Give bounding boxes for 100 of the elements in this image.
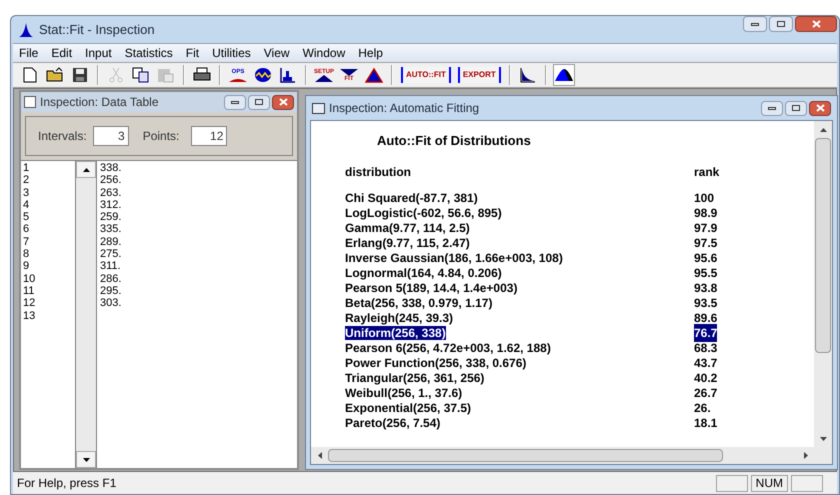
close-button[interactable] — [809, 100, 831, 116]
data-value: 286. — [100, 272, 122, 285]
maximize-button[interactable] — [248, 94, 270, 110]
status-indicator: NUM — [750, 474, 788, 492]
data-value: 295. — [100, 284, 122, 298]
menu-item[interactable]: Window — [302, 44, 346, 62]
toolbar-button[interactable]: EXPORT — [458, 67, 501, 83]
row-number: 3 — [23, 186, 30, 199]
distribution-name[interactable]: Chi Squared(-87.7, 381) — [345, 191, 478, 205]
toolbar-button[interactable]: AUTO::FIT — [401, 67, 451, 83]
rank-value[interactable]: 68.3 — [694, 339, 718, 357]
rank-value[interactable]: 93.5 — [694, 294, 718, 312]
rank-value[interactable]: 89.6 — [694, 309, 718, 327]
minimize-button[interactable] — [761, 100, 783, 116]
menu-item[interactable]: Utilities — [212, 44, 251, 62]
data-value: 303. — [100, 297, 122, 310]
menu-item[interactable]: Fit — [186, 44, 200, 62]
distribution-name[interactable]: Triangular(256, 361, 256) — [345, 371, 484, 385]
distribution-name[interactable]: Pareto(256, 7.54) — [345, 416, 440, 430]
distribution-name[interactable]: Weibull(256, 1., 37.6) — [345, 386, 462, 400]
distribution-name[interactable]: Exponential(256, 37.5) — [345, 401, 472, 415]
rank-value[interactable]: 26.7 — [694, 384, 718, 402]
points-field[interactable]: 12 — [191, 126, 228, 146]
data-value: 259. — [100, 211, 122, 224]
scroll-thumb[interactable] — [328, 449, 723, 462]
close-button[interactable] — [272, 94, 294, 110]
close-button[interactable] — [795, 16, 837, 32]
rank-value[interactable]: 98.9 — [694, 204, 718, 222]
maximize-icon — [777, 21, 785, 27]
status-text: For Help, press F1 — [17, 475, 118, 492]
rank-value[interactable]: 76.7 — [694, 324, 718, 342]
intervals-label: Intervals: — [38, 128, 87, 145]
menu-item[interactable]: Statistics — [124, 44, 173, 62]
rank-value[interactable]: 93.8 — [694, 279, 718, 297]
status-panel — [791, 474, 823, 492]
rank-value[interactable]: 97.9 — [694, 219, 718, 237]
distribution-name[interactable]: Lognormal(164, 4.84, 0.206) — [345, 266, 502, 280]
scroll-down-icon[interactable] — [76, 451, 96, 468]
rank-value[interactable]: 97.5 — [694, 234, 718, 252]
menu-item[interactable]: Help — [358, 44, 383, 62]
scroll-thumb[interactable] — [815, 138, 831, 353]
column-header: distribution — [345, 164, 412, 180]
data-value: 289. — [100, 236, 122, 248]
distribution-name[interactable]: Inverse Gaussian(186, 1.66e+003, 108) — [345, 251, 563, 265]
row-number: 10 — [23, 272, 36, 285]
menu-item[interactable]: Edit — [51, 44, 72, 62]
distribution-name[interactable]: Rayleigh(245, 39.3) — [345, 311, 454, 325]
distribution-name[interactable]: Pearson 5(189, 14.4, 1.4e+003) — [345, 281, 518, 295]
data-value: 312. — [100, 198, 122, 212]
menu-item[interactable]: View — [264, 44, 290, 62]
intervals-field[interactable]: 3 — [92, 126, 129, 146]
maximize-button[interactable] — [785, 100, 807, 116]
row-number: 12 — [23, 297, 36, 310]
rank-value[interactable]: 95.5 — [694, 264, 718, 282]
close-icon — [812, 20, 820, 28]
maximize-button[interactable] — [769, 16, 793, 32]
rank-value[interactable]: 26. — [694, 399, 711, 417]
maximize-icon — [255, 99, 263, 105]
report-heading: Auto::Fit of Distributions — [376, 132, 532, 150]
minimize-button[interactable] — [224, 94, 246, 110]
distribution-name[interactable]: LogLogistic(-602, 56.6, 895) — [345, 206, 502, 220]
minimize-button[interactable] — [743, 16, 767, 32]
vertical-scrollbar[interactable] — [814, 121, 832, 447]
rank-value[interactable]: 43.7 — [694, 354, 718, 372]
scroll-up-icon[interactable] — [76, 161, 96, 178]
data-value: 338. — [100, 162, 122, 174]
rank-value[interactable]: 100 — [694, 189, 714, 207]
row-number: 1 — [23, 162, 30, 174]
column-header: rank — [694, 164, 720, 180]
distribution-name[interactable]: Power Function(256, 338, 0.676) — [345, 356, 526, 370]
data-value: 256. — [100, 174, 122, 187]
minimize-icon — [768, 106, 776, 110]
row-number: 2 — [23, 174, 30, 187]
distribution-name[interactable]: Gamma(9.77, 114, 2.5) — [345, 221, 470, 235]
close-icon — [278, 98, 288, 106]
data-value: 275. — [100, 248, 122, 260]
rank-value[interactable]: 40.2 — [694, 369, 718, 387]
data-value: 311. — [100, 260, 122, 273]
row-number: 9 — [23, 260, 30, 273]
close-icon — [816, 104, 824, 112]
minimize-icon — [751, 22, 759, 26]
row-number: 5 — [23, 211, 30, 224]
maximize-icon — [792, 105, 800, 111]
status-panel — [716, 474, 748, 492]
row-number: 11 — [23, 284, 36, 298]
horizontal-scrollbar[interactable] — [311, 447, 832, 464]
vertical-scrollbar[interactable] — [76, 161, 96, 468]
menu-item[interactable]: Input — [85, 44, 112, 62]
distribution-name[interactable]: Beta(256, 338, 0.979, 1.17) — [345, 296, 492, 310]
row-number: 7 — [23, 236, 30, 248]
data-value: 335. — [100, 223, 122, 236]
points-label: Points: — [142, 128, 180, 145]
row-number: 6 — [23, 223, 30, 236]
distribution-name[interactable]: Uniform(256, 338) — [345, 326, 446, 340]
distribution-name[interactable]: Erlang(9.77, 115, 2.47) — [345, 236, 470, 250]
distribution-name[interactable]: Pearson 6(256, 4.72e+003, 1.62, 188) — [345, 341, 551, 355]
rank-value[interactable]: 95.6 — [694, 249, 718, 267]
menu-item[interactable]: File — [19, 44, 38, 62]
rank-value[interactable]: 18.1 — [694, 414, 718, 432]
bell-curve-icon[interactable] — [552, 64, 575, 86]
